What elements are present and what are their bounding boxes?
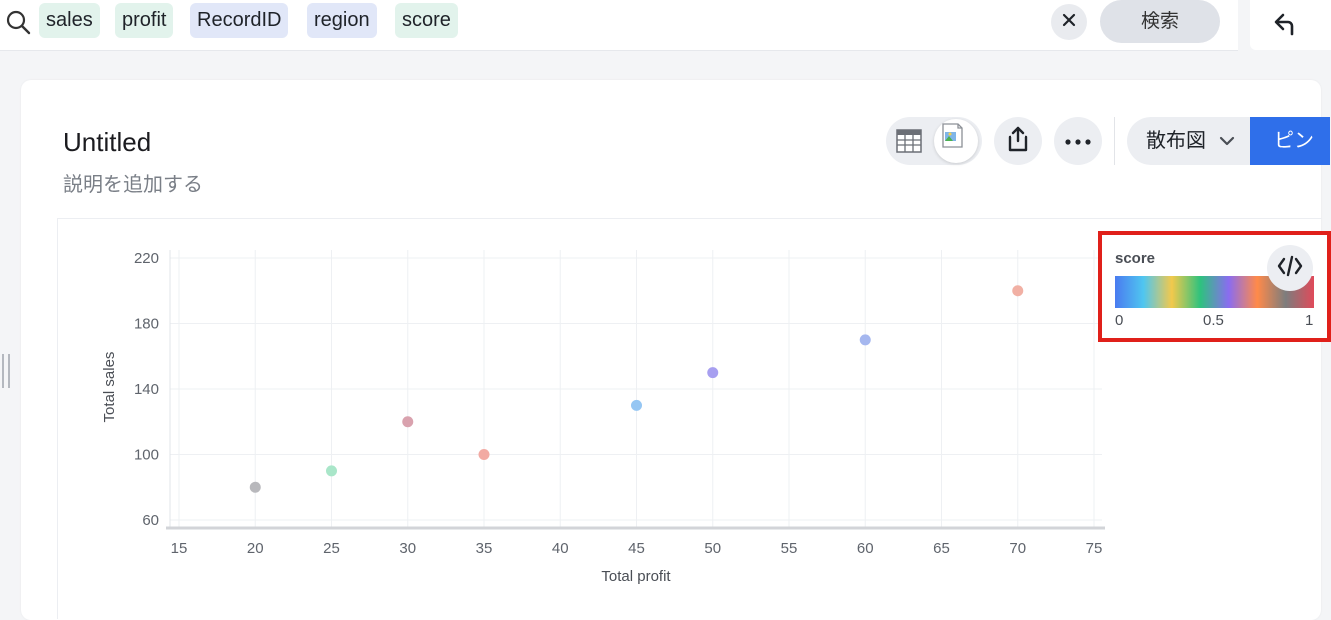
chevron-down-icon (1219, 117, 1235, 183)
view-toggle[interactable] (886, 117, 982, 165)
legend-tick-min: 0 (1115, 312, 1124, 329)
code-view-button[interactable] (1267, 245, 1313, 291)
share-icon (1007, 126, 1029, 157)
description-placeholder[interactable]: 説明を追加する (63, 168, 203, 197)
answer-card: Untitled 説明を追加する 散布図 ピン (21, 80, 1330, 620)
page-title[interactable]: Untitled (63, 127, 151, 158)
resize-grip-icon[interactable] (0, 352, 12, 395)
search-token-recordid[interactable]: RecordID (190, 3, 289, 38)
close-icon (1061, 11, 1077, 34)
toolbar-divider (1114, 117, 1115, 165)
code-icon (1277, 254, 1303, 283)
search-button[interactable]: 検索 (1100, 0, 1220, 43)
search-bar: sales profit RecordID region score 検索 (0, 0, 1238, 51)
legend-tick-max: 1 (1305, 312, 1314, 329)
search-token-score[interactable]: score (395, 3, 458, 38)
legend-title: score (1115, 250, 1156, 267)
more-icon (1065, 132, 1091, 150)
clear-search-button[interactable] (1051, 4, 1087, 40)
search-icon (5, 9, 31, 40)
legend-tick-mid: 0.5 (1203, 312, 1224, 329)
undo-arrow-icon[interactable] (1272, 10, 1300, 43)
back-panel (1250, 0, 1331, 50)
table-icon[interactable] (896, 129, 922, 158)
chart-type-dropdown[interactable]: 散布図 (1127, 117, 1251, 165)
chart-type-label: 散布図 (1146, 130, 1206, 152)
search-token-sales[interactable]: sales (39, 3, 100, 38)
broken-image-icon[interactable] (934, 119, 978, 163)
pin-button[interactable]: ピン (1250, 117, 1330, 165)
search-token-profit[interactable]: profit (115, 3, 174, 38)
share-button[interactable] (994, 117, 1042, 165)
more-button[interactable] (1054, 117, 1102, 165)
search-token-region[interactable]: region (307, 3, 377, 38)
